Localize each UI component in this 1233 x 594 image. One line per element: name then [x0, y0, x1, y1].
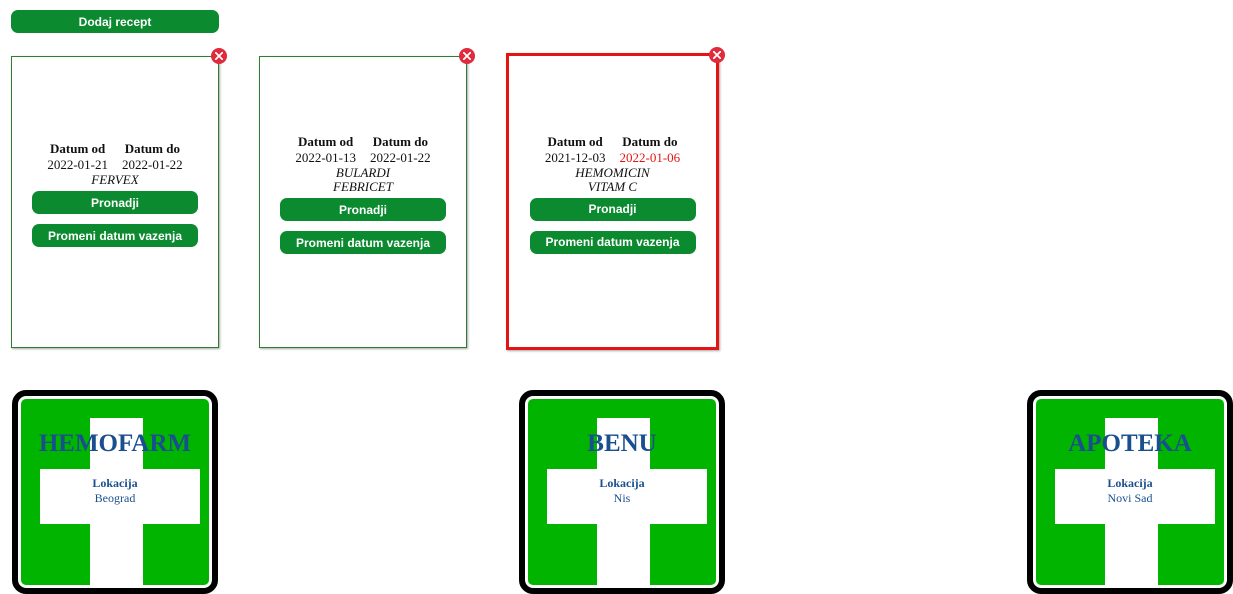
- find-button[interactable]: Pronadji: [280, 198, 446, 221]
- medicine-item: FEBRICET: [333, 179, 393, 194]
- location-label: Lokacija: [599, 476, 645, 490]
- find-button[interactable]: Pronadji: [529, 197, 696, 221]
- date-grid: Datum od Datum do 2021-12-03 2022-01-06: [545, 134, 680, 166]
- date-grid: Datum od Datum do 2022-01-13 2022-01-22: [295, 134, 430, 166]
- change-validity-button[interactable]: Promeni datum vazenja: [32, 224, 198, 247]
- date-from-value: 2021-12-03: [544, 149, 606, 165]
- date-from-label: Datum od: [298, 134, 354, 149]
- find-button[interactable]: Pronadji: [32, 191, 198, 214]
- date-to-value: 2022-01-22: [122, 157, 183, 172]
- medicine-item: BULARDI: [335, 165, 391, 180]
- change-validity-button[interactable]: Promeni datum vazenja: [529, 230, 696, 254]
- medicine-item: VITAM C: [587, 178, 638, 194]
- add-prescription-button[interactable]: Dodaj recept: [11, 10, 219, 33]
- date-from-label: Datum od: [50, 141, 106, 156]
- pharmacy-card[interactable]: HEMOFARM Lokacija Beograd: [12, 390, 218, 594]
- pharmacy-card[interactable]: APOTEKA Lokacija Novi Sad: [1027, 390, 1233, 594]
- medicine-list: BULARDI FEBRICET: [333, 166, 393, 194]
- date-from-label: Datum od: [547, 133, 603, 149]
- date-to-label: Datum do: [622, 133, 678, 149]
- pharmacy-name: BENU: [587, 430, 657, 457]
- pharmacy-name: HEMOFARM: [38, 430, 192, 457]
- date-grid: Datum od Datum do 2022-01-21 2022-01-22: [47, 141, 182, 173]
- date-from-value: 2022-01-21: [47, 157, 108, 172]
- date-to-value-expired: 2022-01-06: [619, 149, 681, 165]
- prescription-card-expired: Datum od Datum do 2021-12-03 2022-01-06 …: [506, 47, 725, 350]
- medicine-list: HEMOMICIN VITAM C: [575, 164, 650, 194]
- medicine-item: HEMOMICIN: [575, 164, 650, 180]
- change-validity-button[interactable]: Promeni datum vazenja: [280, 231, 446, 254]
- prescription-card: Datum od Datum do 2022-01-13 2022-01-22 …: [259, 48, 475, 348]
- location-value: Nis: [613, 491, 631, 505]
- prescription-card: Datum od Datum do 2022-01-21 2022-01-22 …: [11, 48, 227, 348]
- pharmacy-name: APOTEKA: [1068, 430, 1192, 457]
- medicine-list: FERVEX: [91, 173, 138, 187]
- location-value: Novi Sad: [1107, 491, 1153, 505]
- medicine-item: FERVEX: [91, 172, 139, 187]
- pharmacy-card[interactable]: BENU Lokacija Nis: [519, 390, 725, 594]
- location-label: Lokacija: [1107, 476, 1153, 490]
- date-to-label: Datum do: [124, 141, 180, 156]
- date-from-value: 2022-01-13: [295, 150, 356, 165]
- location-label: Lokacija: [92, 476, 138, 490]
- location-value: Beograd: [94, 491, 136, 505]
- date-to-value: 2022-01-22: [370, 150, 431, 165]
- date-to-label: Datum do: [372, 134, 428, 149]
